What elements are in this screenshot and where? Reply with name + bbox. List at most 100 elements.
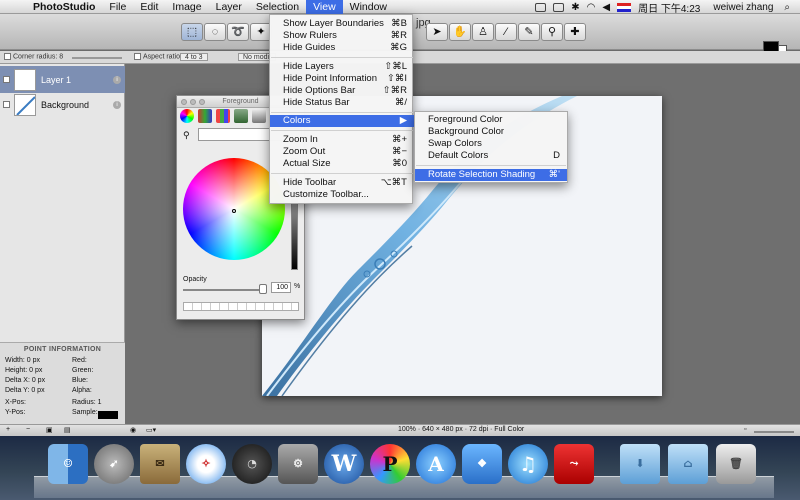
magnifier-icon[interactable]: ⚲ <box>183 130 190 141</box>
clock[interactable]: 周日 下午4:23 <box>638 0 700 15</box>
close-button[interactable] <box>181 99 187 105</box>
eyedropper-tool-icon[interactable]: ⁄ <box>495 23 517 41</box>
zoom-out-small-icon[interactable]: ▫ <box>744 426 746 433</box>
user-name[interactable]: weiwei zhang <box>713 2 773 13</box>
zoom-slider[interactable] <box>754 431 794 433</box>
display-icon[interactable] <box>553 2 565 12</box>
applications-folder-icon[interactable]: ⌂ <box>668 444 708 484</box>
hand-tool-icon[interactable]: ✋ <box>449 23 471 41</box>
corner-radius-slider[interactable] <box>72 57 122 59</box>
palettes-tab-icon[interactable] <box>216 109 230 123</box>
lasso-tool-icon[interactable]: ➰ <box>227 23 249 41</box>
word-icon[interactable]: W <box>324 444 364 484</box>
aspect-ratio-select[interactable]: 4 to 3 <box>180 53 208 61</box>
menu-item-rotate-selection-shading[interactable]: Rotate Selection Shading ⌘' <box>415 169 567 181</box>
menu-item-shortcut: ⌘G <box>390 42 407 53</box>
remove-layer-icon[interactable]: − <box>26 426 30 433</box>
menu-app-name[interactable]: PhotoStudio <box>26 0 102 14</box>
menu-item-colors[interactable]: Colors ▶ <box>270 115 414 127</box>
stamp-tool-icon[interactable]: ♙ <box>472 23 494 41</box>
menu-file[interactable]: File <box>102 0 133 14</box>
input-source-flag-icon[interactable] <box>617 2 632 12</box>
ellipse-select-tool-icon[interactable]: ◌ <box>204 23 226 41</box>
dropbox-icon[interactable]: ❖ <box>462 444 502 484</box>
image-palette-tab-icon[interactable] <box>234 109 248 123</box>
dashboard-icon[interactable]: ◔ <box>232 444 272 484</box>
crop-tool-icon[interactable]: ✚ <box>564 23 586 41</box>
add-layer-icon[interactable]: + <box>6 426 10 433</box>
opacity-slider[interactable] <box>183 289 265 291</box>
menu-item-show-layer-boundaries[interactable]: Show Layer Boundaries ⌘B <box>270 18 414 30</box>
system-preferences-icon[interactable]: ⚙ <box>278 444 318 484</box>
documents-folder-icon[interactable]: ⬇ <box>620 444 660 484</box>
layer-row-layer-1[interactable]: Layer 1 i <box>0 66 125 93</box>
menu-item-label: Hide Options Bar <box>283 85 356 96</box>
launchpad-icon[interactable]: ➹ <box>94 444 134 484</box>
crayons-tab-icon[interactable] <box>252 109 266 123</box>
color-wheel-tab-icon[interactable] <box>180 109 194 123</box>
menu-item-hide-status-bar[interactable]: Hide Status Bar ⌘/ <box>270 97 414 109</box>
volume-icon[interactable]: ◀ <box>602 2 610 13</box>
corner-radius-checkbox[interactable] <box>4 53 11 60</box>
zoom-button[interactable] <box>199 99 205 105</box>
mail-icon[interactable]: ✉ <box>140 444 180 484</box>
itunes-icon[interactable]: ♫ <box>508 444 548 484</box>
opacity-slider-knob[interactable] <box>259 284 267 294</box>
menu-item-zoom-in[interactable]: Zoom In ⌘+ <box>270 134 414 146</box>
menu-item-hide-toolbar[interactable]: Hide Toolbar ⌥⌘T <box>270 177 414 189</box>
layer-info-icon[interactable]: i <box>113 75 121 84</box>
menu-view[interactable]: View <box>306 0 343 14</box>
finder-icon[interactable]: ☺ <box>48 444 88 484</box>
eye-icon[interactable]: ◉ <box>130 426 136 434</box>
pen-tool-icon[interactable]: ✎ <box>518 23 540 41</box>
menu-item-foreground-color[interactable]: Foreground Color <box>415 114 567 126</box>
view-mode-icon[interactable]: ▭▾ <box>146 426 156 434</box>
menu-item-hide-point-information[interactable]: Hide Point Information ⇧⌘I <box>270 73 414 85</box>
menu-item-background-color[interactable]: Background Color <box>415 126 567 138</box>
rect-select-tool-icon[interactable]: ⬚ <box>181 23 203 41</box>
menu-item-show-rulers[interactable]: Show Rulers ⌘R <box>270 30 414 42</box>
menu-item-hide-guides[interactable]: Hide Guides ⌘G <box>270 42 414 54</box>
duplicate-layer-icon[interactable]: ▣ <box>46 426 53 434</box>
bluetooth-icon[interactable]: ✱ <box>571 2 579 13</box>
menu-item-default-colors[interactable]: Default Colors D <box>415 150 567 162</box>
layer-visibility-checkbox[interactable] <box>3 76 10 83</box>
layer-menu-icon[interactable]: ▤ <box>64 426 71 434</box>
sync-icon[interactable] <box>535 2 547 12</box>
move-tool-icon[interactable]: ➤ <box>426 23 448 41</box>
menu-item-actual-size[interactable]: Actual Size ⌘0 <box>270 158 414 170</box>
menu-window[interactable]: Window <box>343 0 394 14</box>
layer-row-background[interactable]: Background i <box>0 91 125 118</box>
sliders-tab-icon[interactable] <box>198 109 212 123</box>
color-swatches-row[interactable] <box>183 302 299 311</box>
menu-item-swap-colors[interactable]: Swap Colors <box>415 138 567 150</box>
corner-radius-option[interactable]: Corner radius: 8 <box>4 53 63 60</box>
safari-icon[interactable]: ✧ <box>186 444 226 484</box>
menu-item-hide-options-bar[interactable]: Hide Options Bar ⇧⌘R <box>270 85 414 97</box>
menu-item-zoom-out[interactable]: Zoom Out ⌘− <box>270 146 414 158</box>
menu-layer[interactable]: Layer <box>209 0 249 14</box>
layer-visibility-checkbox[interactable] <box>3 101 10 108</box>
spotlight-icon[interactable]: ⌕ <box>784 2 790 13</box>
acrobat-icon[interactable]: ⤳ <box>554 444 594 484</box>
trash-icon[interactable]: 🗑 <box>716 444 756 484</box>
menu-edit[interactable]: Edit <box>133 0 165 14</box>
layer-info-icon[interactable]: i <box>113 100 121 109</box>
app-store-icon[interactable]: A <box>416 444 456 484</box>
apple-menu-icon[interactable] <box>0 0 26 14</box>
menu-image[interactable]: Image <box>165 0 208 14</box>
aspect-ratio-option[interactable]: Aspect ratio: <box>134 53 182 60</box>
menu-selection[interactable]: Selection <box>249 0 306 14</box>
menu-item-label: Swap Colors <box>428 138 482 149</box>
wifi-icon[interactable]: ◠ <box>587 2 596 13</box>
minimize-button[interactable] <box>190 99 196 105</box>
photostudio-icon[interactable]: P <box>370 444 410 484</box>
opacity-field[interactable]: 100 <box>271 282 291 293</box>
zoom-tool-icon[interactable]: ⚲ <box>541 23 563 41</box>
menu-separator <box>271 57 413 58</box>
aspect-ratio-checkbox[interactable] <box>134 53 141 60</box>
menu-item-hide-layers[interactable]: Hide Layers ⇧⌘L <box>270 61 414 73</box>
menu-item-customize-toolbar[interactable]: Customize Toolbar... <box>270 189 414 201</box>
color-wheel-cursor[interactable] <box>232 209 236 213</box>
menu-extras: ✱ ◠ ◀ 周日 下午4:23 weiwei zhang ⌕ <box>535 0 800 15</box>
